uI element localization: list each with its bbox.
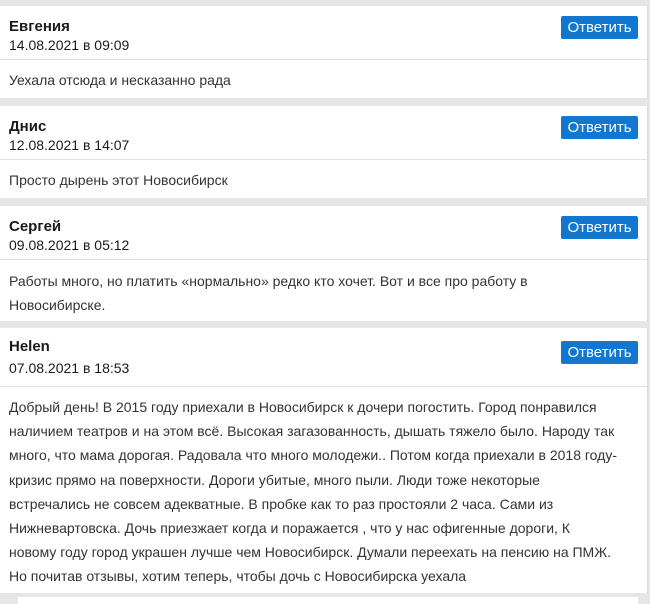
comment-text: Просто дырень этот Новосибирск: [9, 172, 228, 188]
comment-text: Работы много, но платить «нормально» ред…: [9, 273, 528, 314]
comment-author: Днис: [9, 118, 47, 135]
next-comment-edge: [18, 597, 638, 604]
comment-date: 12.08.2021 в 14:07: [9, 137, 130, 153]
comment-card: Днис 12.08.2021 в 14:07 Ответить Просто …: [0, 106, 648, 198]
comment-text: Добрый день! В 2015 году приехали в Ново…: [9, 399, 617, 585]
comment-header: Днис 12.08.2021 в 14:07 Ответить: [0, 106, 647, 160]
comment-card: Сергей 09.08.2021 в 05:12 Ответить Работ…: [0, 206, 648, 321]
comment-header: Сергей 09.08.2021 в 05:12 Ответить: [0, 206, 647, 260]
comment-author: Евгения: [9, 18, 70, 35]
reply-button[interactable]: Ответить: [561, 341, 638, 364]
comment-date: 09.08.2021 в 05:12: [9, 237, 130, 253]
comment-header: Helen 07.08.2021 в 18:53 Ответить: [0, 328, 647, 387]
comment-date: 14.08.2021 в 09:09: [9, 37, 130, 53]
comment-author: Сергей: [9, 218, 62, 235]
reply-button[interactable]: Ответить: [561, 216, 638, 239]
comment-author: Helen: [9, 338, 50, 355]
comment-text: Уехала отсюда и несказанно рада: [9, 72, 231, 88]
comment-header: Евгения 14.08.2021 в 09:09 Ответить: [0, 6, 647, 60]
reply-button[interactable]: Ответить: [561, 116, 638, 139]
reply-button[interactable]: Ответить: [561, 16, 638, 39]
comment-date: 07.08.2021 в 18:53: [9, 360, 130, 376]
comment-card: Евгения 14.08.2021 в 09:09 Ответить Уеха…: [0, 6, 648, 98]
comment-card: Helen 07.08.2021 в 18:53 Ответить Добрый…: [0, 328, 648, 593]
